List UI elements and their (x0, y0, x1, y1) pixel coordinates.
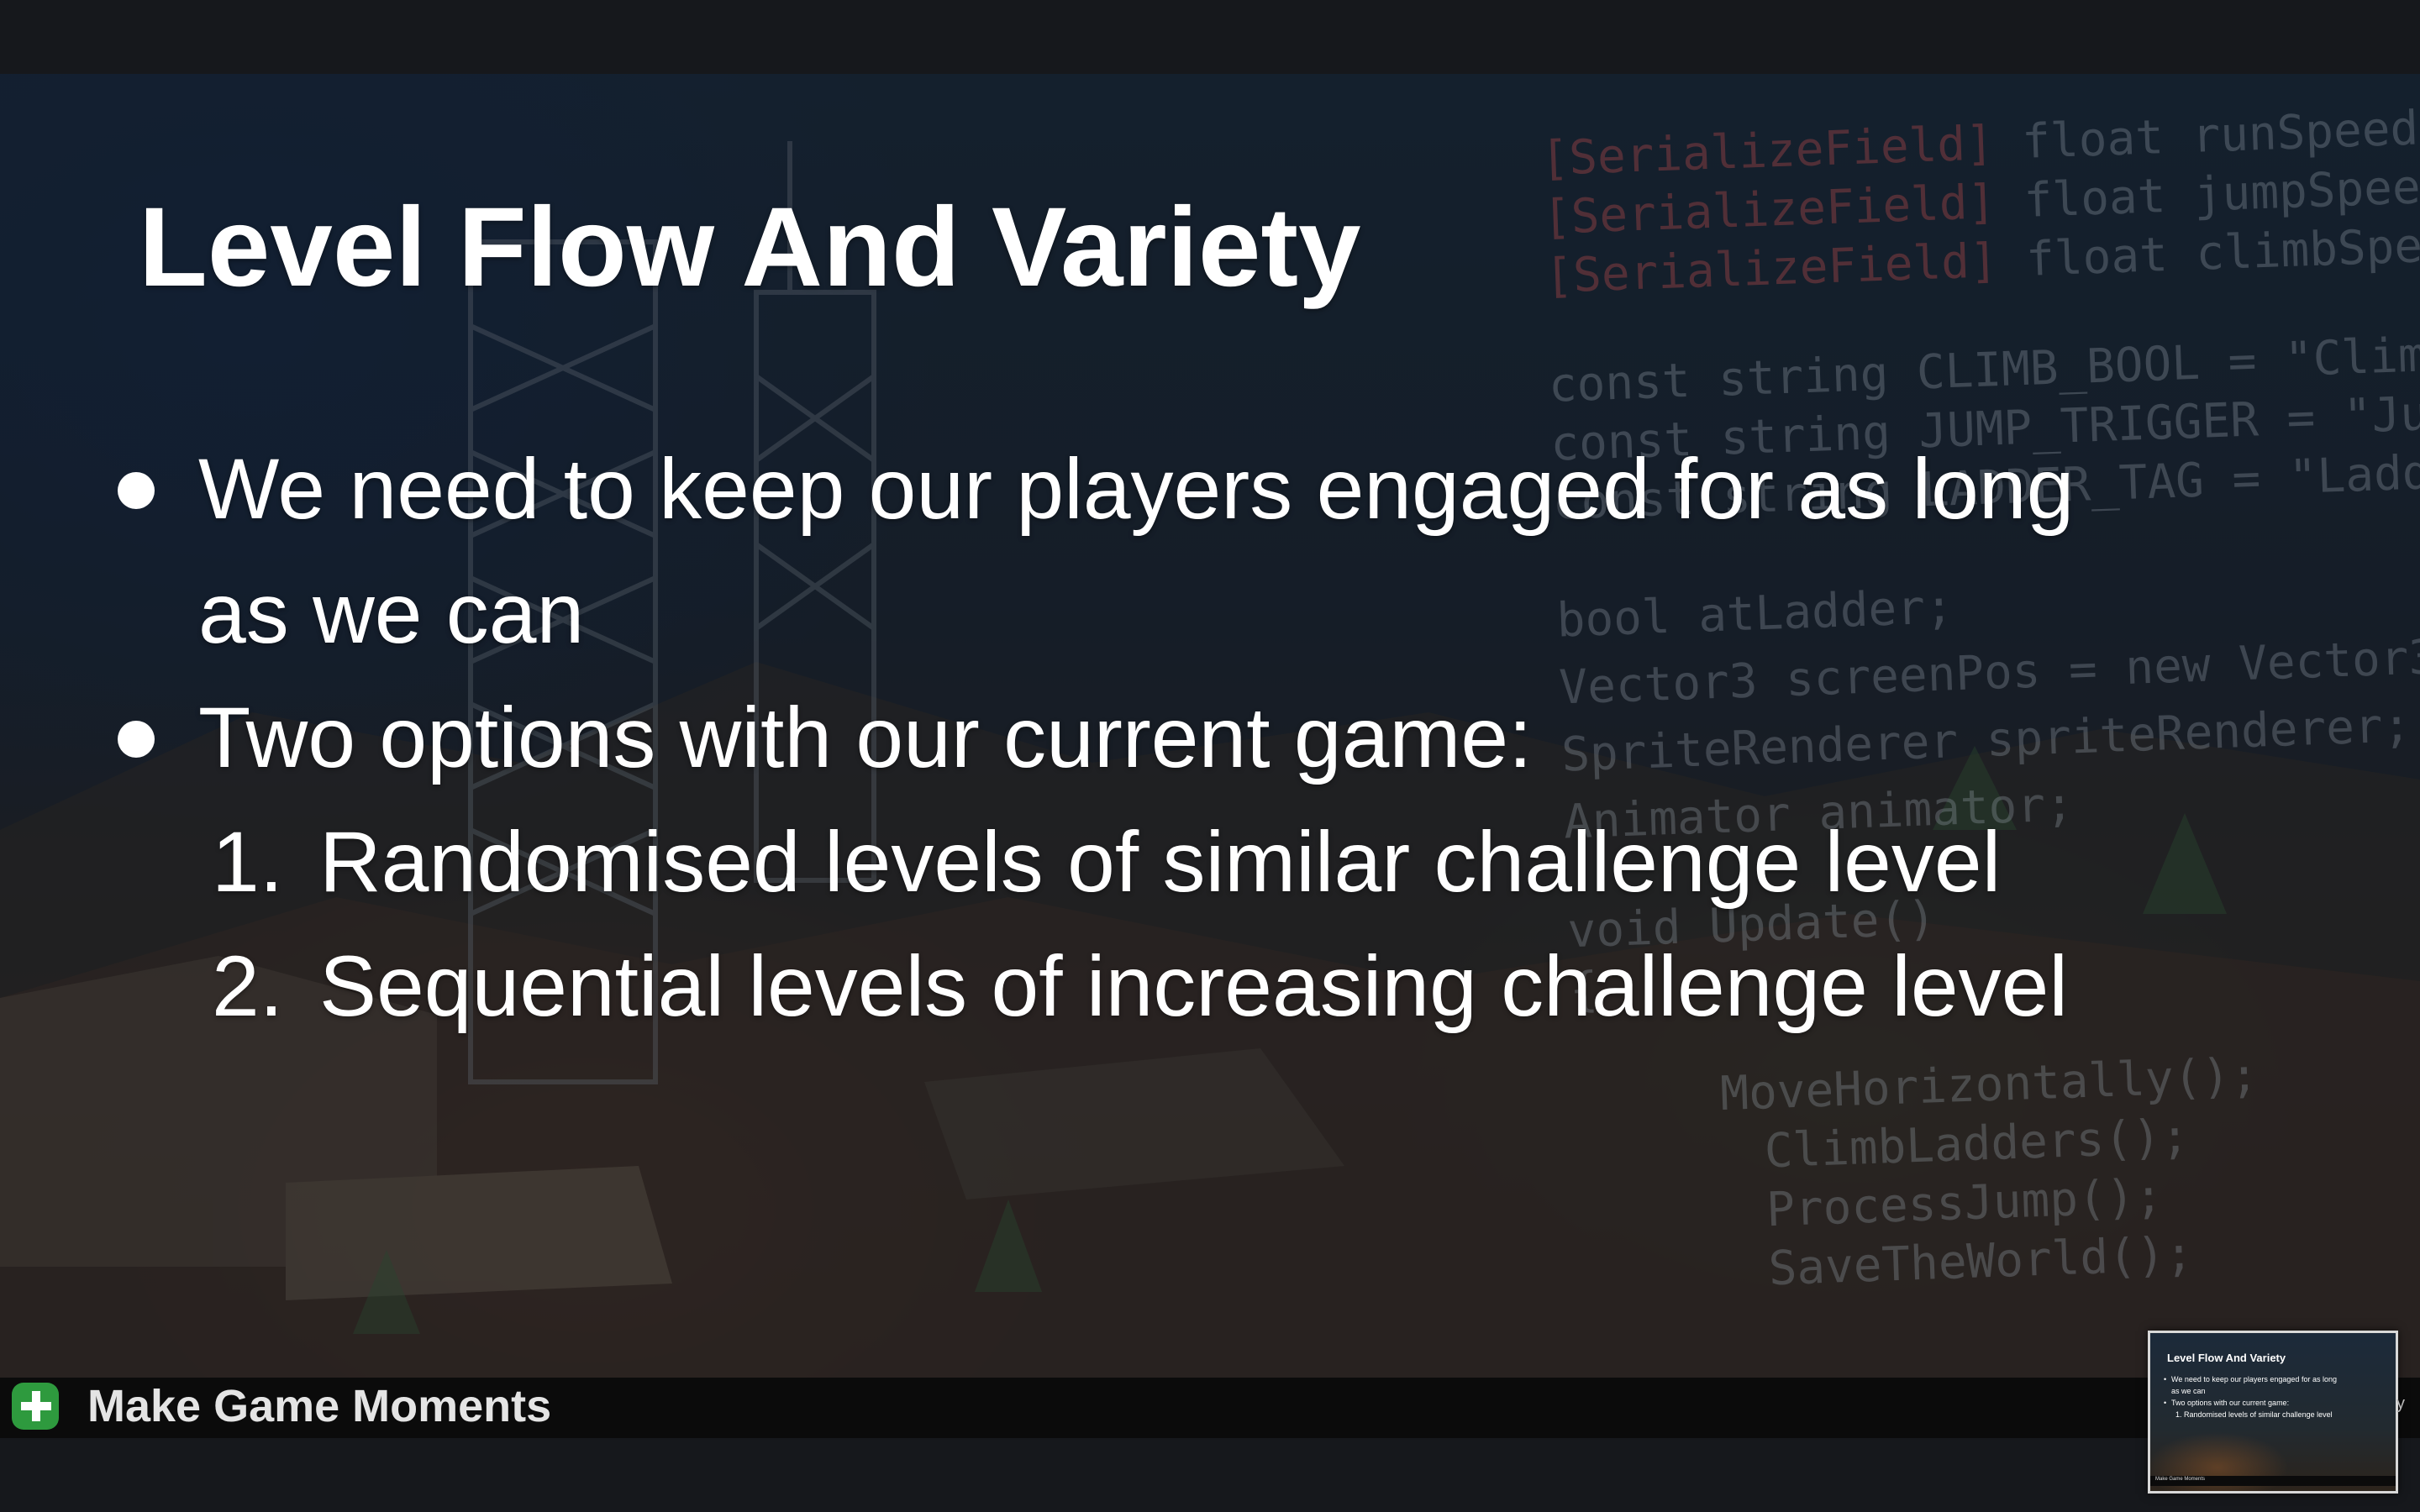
numbered-item: 1. Randomised levels of similar challeng… (118, 800, 2302, 924)
bullet-text-line: Two options with our current game: (198, 690, 1533, 785)
edge-glyph: y (2396, 1394, 2405, 1413)
thumbnail-channel-name: Make Game Moments (2155, 1477, 2206, 1482)
thumbnail-line: as we can (2171, 1387, 2206, 1395)
slide-title: Level Flow And Variety (139, 185, 1361, 310)
thumbnail-body: We need to keep our players engaged for … (2164, 1373, 2391, 1420)
code-keyword: [SerializeField] (1544, 234, 1999, 304)
bullet-text-line: We need to keep our players engaged for … (198, 441, 2075, 537)
thumbnail-line: We need to keep our players engaged for … (2164, 1373, 2391, 1385)
slide-body: We need to keep our players engaged for … (118, 427, 2302, 1048)
presentation-slide: [SerializeField] float runSpeed = [Seria… (0, 74, 2420, 1378)
code-text: SaveTheWorld(); (1654, 1226, 2195, 1300)
thumbnail-title: Level Flow And Variety (2167, 1352, 2286, 1364)
bullet-item: Two options with our current game: (118, 675, 2302, 800)
numbered-item: 2. Sequential levels of increasing chall… (118, 924, 2302, 1048)
item-number: 1. (212, 814, 284, 910)
item-text: Randomised levels of similar challenge l… (319, 814, 2002, 910)
channel-name: Make Game Moments (87, 1381, 552, 1431)
bullet-dot-icon (118, 472, 155, 509)
video-frame: [SerializeField] float runSpeed = [Seria… (0, 0, 2420, 1512)
slide-thumbnail-preview[interactable]: Level Flow And Variety We need to keep o… (2148, 1331, 2398, 1494)
thumbnail-line: 1. Randomised levels of similar challeng… (2175, 1410, 2333, 1419)
bullet-item: We need to keep our players engaged for … (118, 427, 2302, 675)
thumbnail-channel-bar: Make Game Moments (2150, 1476, 2396, 1486)
thumbnail-line: Two options with our current game: (2164, 1397, 2391, 1409)
bullet-dot-icon (118, 721, 155, 758)
item-text: Sequential levels of increasing challeng… (319, 938, 2068, 1034)
plus-cross-icon (12, 1383, 59, 1430)
code-text: float climbSpeed (2025, 217, 2420, 287)
bullet-text-line: as we can (198, 565, 585, 661)
bottom-letterbox (0, 1438, 2420, 1512)
item-number: 2. (212, 938, 284, 1034)
top-letterbox (0, 0, 2420, 74)
